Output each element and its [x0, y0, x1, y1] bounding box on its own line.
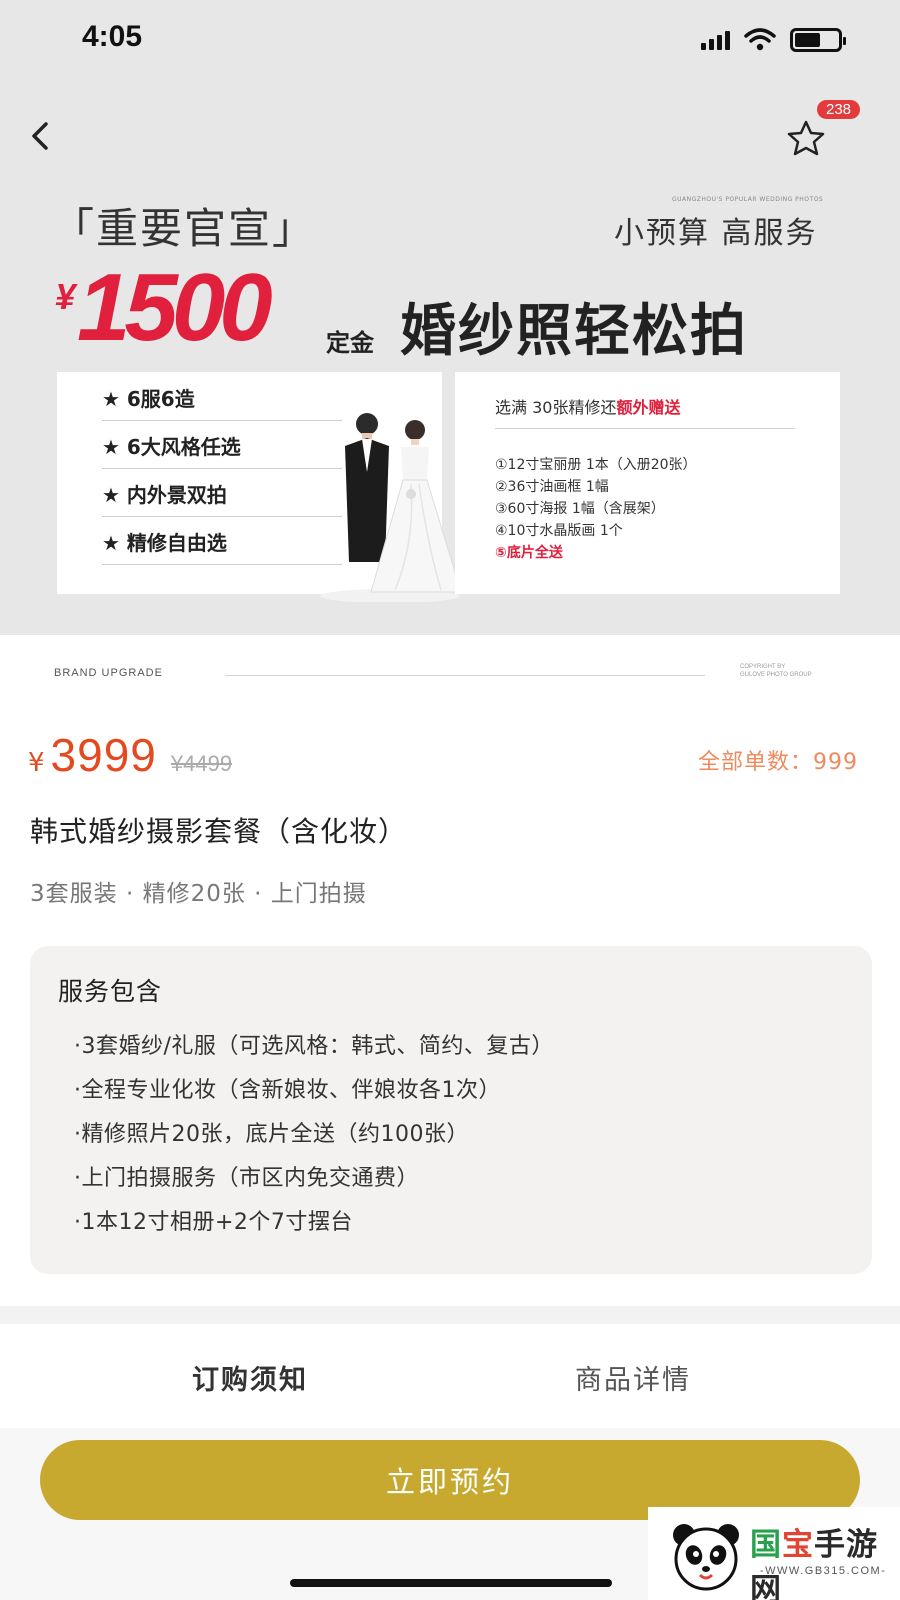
gift-heading: 选满 30张精修还额外赠送 — [495, 398, 681, 417]
back-button[interactable] — [24, 110, 64, 160]
wifi-icon — [744, 28, 776, 51]
hero-banner: 238 「重要官宣」 GUANGZHOU'S POPULAR WEDDING P… — [0, 90, 900, 635]
price-row: ¥ 3999 ¥4499 — [28, 728, 232, 782]
service-item: ·全程专业化妆（含新娘妆、伴娘妆各1次） — [74, 1078, 501, 1103]
signal-icon — [701, 30, 730, 50]
favorite-count-badge: 238 — [817, 100, 861, 119]
gift-item: ④10寸水晶版画 1个 — [495, 523, 623, 539]
home-indicator — [290, 1579, 612, 1587]
gift-item: ③60寸海报 1幅（含展架） — [495, 501, 665, 517]
service-item: ·精修照片20张，底片全送（约100张） — [74, 1122, 469, 1147]
status-icons — [701, 28, 846, 52]
banner-headline: 「重要官宣」 — [52, 204, 317, 253]
gift-item: ⑤底片全送 — [495, 545, 563, 561]
tab-product-details[interactable]: 商品详情 — [575, 1358, 691, 1397]
watermark-name: 国宝手游网 — [750, 1527, 878, 1600]
panda-logo-icon — [673, 1524, 739, 1591]
banner-feature: ★ 精修自由选 — [102, 519, 342, 565]
banner-feature: ★ 6大风格任选 — [102, 423, 342, 469]
banner-slogan: 小预算 高服务 — [614, 216, 818, 251]
brand-upgrade-text: BRAND UPGRADE — [54, 667, 163, 679]
status-time: 4:05 — [82, 20, 143, 53]
banner-price: ¥ 1500 — [55, 254, 273, 361]
brand-copyright: COPYRIGHT BY GULOVE PHOTO GROUP — [740, 664, 812, 678]
price-currency: ¥ — [28, 748, 45, 778]
services-card: 服务包含 ·3套婚纱/礼服（可选风格：韩式、简约、复古） ·全程专业化妆（含新娘… — [30, 946, 872, 1274]
current-price: 3999 — [50, 729, 157, 781]
sales-count: 全部单数：999 — [698, 750, 858, 775]
product-title: 韩式婚纱摄影套餐（含化妆） — [30, 815, 408, 848]
banner-price-value: 1500 — [77, 254, 273, 361]
brand-divider — [225, 675, 705, 676]
banner-feature: ★ 内外景双拍 — [102, 471, 342, 517]
status-bar: 4:05 — [0, 0, 900, 90]
original-price: ¥4499 — [170, 751, 233, 776]
wedding-couple-image — [320, 413, 462, 602]
banner-feature: ★ 6服6造 — [102, 375, 342, 421]
banner-features-panel: ★ 6服6造 ★ 6大风格任选 ★ 内外景双拍 ★ 精修自由选 — [57, 372, 462, 602]
services-title: 服务包含 — [58, 977, 163, 1006]
tab-order-notice[interactable]: 订购须知 — [192, 1358, 312, 1403]
gift-divider — [495, 428, 795, 429]
service-item: ·1本12寸相册+2个7寸摆台 — [74, 1210, 353, 1235]
chevron-left-icon — [32, 122, 48, 150]
service-item: ·上门拍摄服务（市区内免交通费） — [74, 1166, 419, 1191]
banner-price-currency: ¥ — [55, 276, 76, 317]
gift-item: ①12寸宝丽册 1本（入册20张） — [495, 457, 697, 473]
section-divider — [0, 1306, 900, 1324]
banner-tiny-caption: GUANGZHOU'S POPULAR WEDDING PHOTOS — [672, 196, 824, 203]
service-item: ·3套婚纱/礼服（可选风格：韩式、简约、复古） — [74, 1034, 554, 1059]
brand-strip: BRAND UPGRADE COPYRIGHT BY GULOVE PHOTO … — [0, 635, 900, 695]
banner-gifts-panel: 选满 30张精修还额外赠送 ①12寸宝丽册 1本（入册20张） ②36寸油画框 … — [455, 372, 840, 594]
tab-bar: 订购须知 商品详情 — [0, 1324, 900, 1428]
site-watermark: 国宝手游网 -WWW.GB315.COM- — [648, 1507, 900, 1600]
gift-item: ②36寸油画框 1幅 — [495, 479, 609, 495]
banner-main-title: 婚纱照轻松拍 — [400, 299, 748, 364]
banner-deposit-label: 定金 — [326, 329, 374, 357]
watermark-url: -WWW.GB315.COM- — [760, 1565, 887, 1577]
battery-icon — [790, 28, 846, 52]
product-subtitle: 3套服装 · 精修20张 · 上门拍摄 — [30, 881, 367, 907]
